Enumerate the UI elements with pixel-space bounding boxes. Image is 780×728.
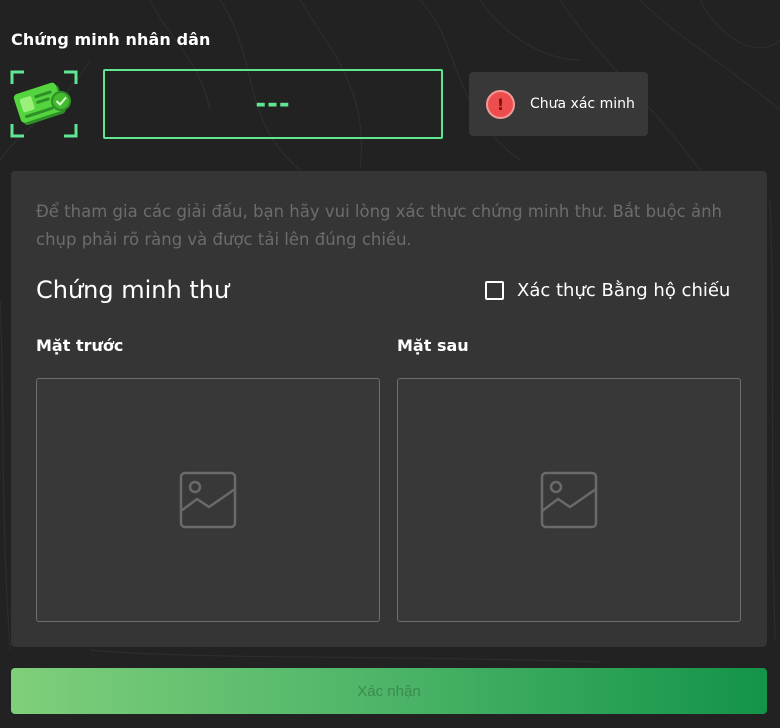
document-type-heading: Chứng minh thư	[36, 276, 230, 304]
passport-verification-toggle[interactable]: Xác thực Bằng hộ chiếu	[485, 280, 730, 301]
front-side-label: Mặt trước	[36, 336, 124, 355]
id-upload-card: Để tham gia các giải đấu, bạn hãy vui lò…	[11, 171, 767, 647]
passport-checkbox[interactable]	[485, 281, 504, 300]
image-placeholder-icon	[179, 471, 237, 529]
passport-label[interactable]: Xác thực Bằng hộ chiếu	[517, 280, 730, 301]
section-title: Chứng minh nhân dân	[11, 30, 211, 49]
id-number-display: ---	[103, 69, 443, 139]
alert-circle-icon: !	[486, 89, 515, 119]
id-card-icon	[10, 70, 78, 138]
back-image-upload[interactable]	[397, 378, 741, 622]
confirm-button[interactable]: Xác nhận	[11, 668, 767, 714]
image-placeholder-icon	[540, 471, 598, 529]
back-side-label: Mặt sau	[397, 336, 469, 355]
id-verification-page: Chứng minh nhân dân --- ! Chưa xác minh …	[0, 0, 780, 728]
status-label: Chưa xác minh	[530, 96, 635, 112]
verification-status-badge: ! Chưa xác minh	[469, 72, 648, 136]
instruction-text: Để tham gia các giải đấu, bạn hãy vui lò…	[36, 202, 723, 249]
front-image-upload[interactable]	[36, 378, 380, 622]
